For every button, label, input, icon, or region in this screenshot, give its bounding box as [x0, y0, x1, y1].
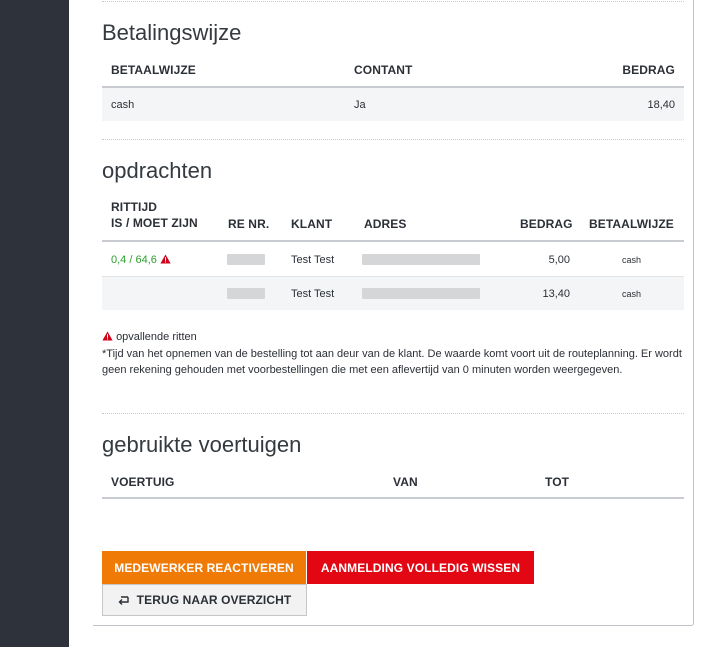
betaling-title: Betalingswijze	[102, 20, 242, 45]
opdracht-klant: Test Test	[291, 254, 335, 266]
col-rittijd-line1: RITTIJD	[111, 200, 158, 214]
col-van: VAN	[393, 475, 418, 489]
back-to-overview-button[interactable]: TERUG NAAR OVERZICHT	[102, 584, 307, 616]
section-divider	[102, 413, 684, 414]
delete-registration-button[interactable]: AANMELDING VOLLEDIG WISSEN	[307, 551, 534, 584]
col-rittijd: RITTIJD IS / MOET ZIJN	[111, 199, 198, 231]
redacted-re-nr	[227, 254, 265, 265]
betaling-cell-contant: Ja	[354, 99, 366, 111]
table-header-rule	[102, 240, 684, 242]
redacted-adres	[362, 254, 480, 265]
col-contant: CONTANT	[354, 63, 413, 77]
section-divider	[102, 1, 684, 2]
section-divider	[102, 139, 684, 140]
table-header-rule	[102, 497, 684, 499]
col-bedrag: BEDRAG	[520, 217, 573, 231]
opdracht-betaalwijze: cash	[622, 255, 642, 265]
col-rittijd-line2: IS / MOET ZIJN	[111, 216, 198, 230]
opdracht-bedrag: 13,40	[542, 288, 570, 300]
col-bedrag: BEDRAG	[622, 63, 675, 77]
footnote: *Tijd van het opnemen van de bestelling …	[102, 348, 682, 376]
table-row	[102, 88, 684, 121]
col-betaalwijze: BETAALWIJZE	[111, 63, 196, 77]
opdracht-betaalwijze: cash	[622, 289, 642, 299]
opdracht-rittijd: 0,4 / 64,6	[111, 253, 171, 268]
back-button-label: TERUG NAAR OVERZICHT	[136, 593, 292, 607]
rittijd-value: 0,4 / 64,6	[111, 254, 157, 266]
return-arrow-icon	[118, 595, 129, 605]
app-sidebar	[0, 0, 69, 647]
col-voertuig: VOERTUIG	[111, 475, 175, 489]
warning-triangle-icon	[102, 330, 113, 346]
col-re-nr: RE NR.	[228, 217, 270, 231]
col-betaalwijze: BETAALWIJZE	[589, 217, 674, 231]
col-tot: TOT	[545, 475, 570, 489]
col-klant: KLANT	[291, 217, 333, 231]
opdrachten-title: opdrachten	[102, 158, 213, 183]
voertuigen-title: gebruikte voertuigen	[102, 432, 302, 457]
legend-text: opvallende ritten	[116, 331, 197, 343]
betaling-cell-bedrag: 18,40	[647, 99, 675, 111]
legend: opvallende ritten	[102, 329, 687, 346]
detail-panel: Betalingswijze BETAALWIJZE CONTANT BEDRA…	[93, 0, 694, 626]
redacted-adres	[362, 288, 480, 299]
warning-triangle-icon	[160, 254, 171, 268]
betaling-cell-betaalwijze: cash	[111, 99, 135, 111]
opdracht-bedrag: 5,00	[548, 254, 570, 266]
redacted-re-nr	[227, 288, 265, 299]
opdracht-klant: Test Test	[291, 288, 335, 300]
col-adres: ADRES	[364, 217, 407, 231]
reactivate-employee-button[interactable]: MEDEWERKER REACTIVEREN	[102, 551, 306, 584]
